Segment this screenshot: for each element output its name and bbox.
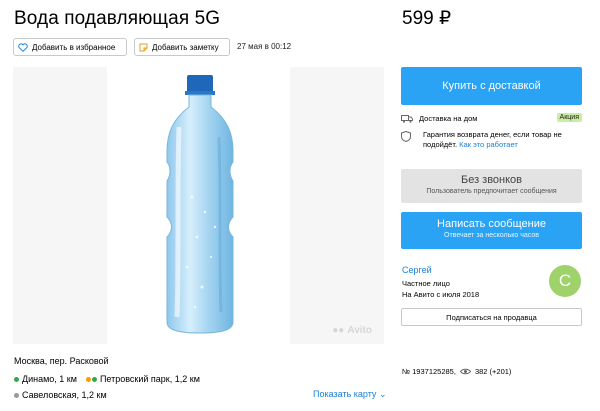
buy-with-delivery-button[interactable]: Купить с доставкой	[401, 67, 582, 105]
shield-icon	[401, 131, 411, 142]
guarantee-row: Гарантия возврата денег, если товар не п…	[401, 130, 582, 150]
product-photo	[107, 67, 290, 344]
write-message-sublabel: Отвечает за несколько часов	[444, 232, 539, 239]
ad-meta: № 1937125285, 382 (+201)	[402, 367, 511, 376]
metro-line-icon	[14, 376, 19, 382]
delivery-label: Доставка на дом	[419, 114, 478, 123]
avito-watermark: ●● Avito	[332, 325, 372, 336]
subscribe-seller-button[interactable]: Подписаться на продавца	[401, 308, 582, 326]
buy-label: Купить с доставкой	[442, 80, 541, 92]
metro-station: Динамо, 1 км	[22, 374, 77, 384]
avatar[interactable]: С	[549, 265, 581, 297]
show-map-label: Показать карту	[313, 389, 377, 399]
eye-icon	[459, 368, 471, 375]
address: Москва, пер. Расковой	[14, 356, 109, 366]
subscribe-label: Подписаться на продавца	[446, 312, 537, 322]
write-message-button[interactable]: Написать сообщение Отвечает за несколько…	[401, 212, 582, 249]
no-calls-sublabel: Пользователь предпочитает сообщения	[426, 188, 557, 195]
seller-type: Частное лицо	[402, 279, 450, 288]
metro-row: Динамо, 1 км Петровский парк, 1,2 км	[14, 374, 200, 384]
photo-gallery[interactable]: ●● Avito	[13, 67, 384, 344]
note-icon	[139, 43, 148, 51]
promo-badge: Акция	[556, 113, 582, 122]
truck-icon	[401, 114, 413, 123]
metro-station: Петровский парк, 1,2 км	[99, 374, 200, 384]
seller-name-link[interactable]: Сергей	[402, 265, 432, 275]
show-map-link[interactable]: Показать карту ⌄	[313, 389, 387, 400]
water-bottle-image	[166, 75, 234, 334]
metro-line-icon	[85, 376, 91, 382]
chevron-down-icon: ⌄	[378, 389, 387, 399]
publish-date: 27 мая в 00:12	[237, 42, 292, 51]
heart-icon	[18, 42, 28, 52]
no-calls-label: Без звонков	[460, 174, 523, 186]
no-calls-button[interactable]: Без звонков Пользователь предпочитает со…	[401, 169, 582, 203]
write-message-label: Написать сообщение	[437, 218, 546, 230]
avatar-letter: С	[558, 271, 572, 290]
views-count: 382 (+201)	[474, 367, 512, 376]
page-title: Вода подавляющая 5G	[14, 8, 221, 29]
add-favorite-label: Добавить в избранное	[32, 42, 116, 52]
metro-line-icon	[14, 392, 19, 398]
ad-number: № 1937125285,	[402, 367, 456, 376]
avito-logo-icon: ●●	[332, 325, 345, 336]
add-favorite-button[interactable]: Добавить в избранное	[13, 38, 127, 56]
metro-line-icon	[91, 376, 97, 382]
metro-row: Савеловская, 1,2 км	[14, 390, 107, 400]
price: 599 ₽	[402, 8, 452, 29]
watermark-label: Avito	[347, 325, 372, 336]
add-note-button[interactable]: Добавить заметку	[134, 38, 230, 56]
how-it-works-link[interactable]: Как это работает	[459, 140, 518, 149]
seller-since: На Авито с июля 2018	[402, 290, 480, 299]
delivery-row: Доставка на дом Акция	[401, 113, 582, 123]
metro-station: Савеловская, 1,2 км	[22, 390, 107, 400]
add-note-label: Добавить заметку	[152, 42, 219, 52]
